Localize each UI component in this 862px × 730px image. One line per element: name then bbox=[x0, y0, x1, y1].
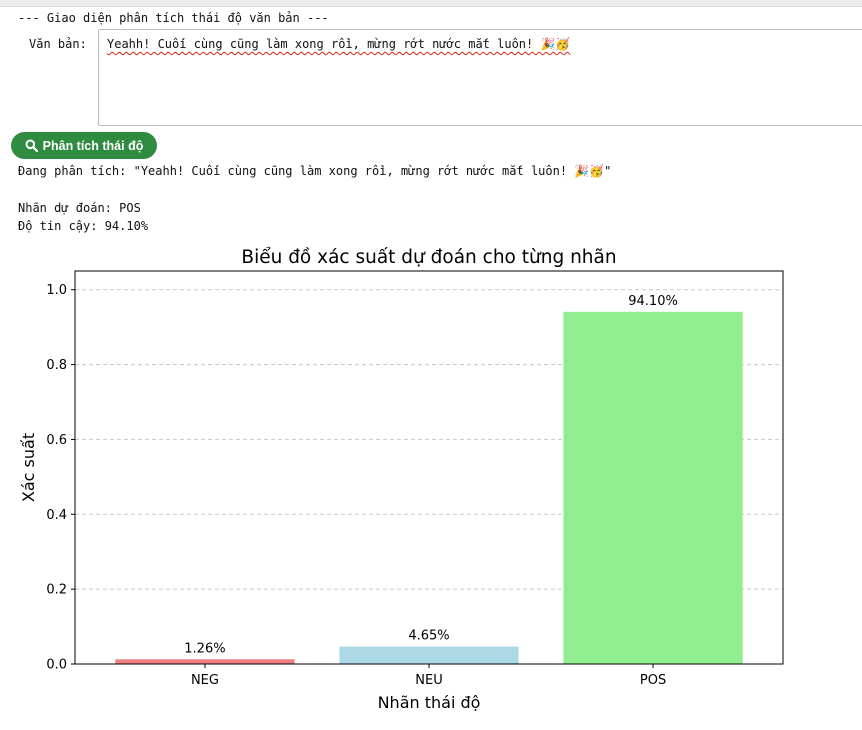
bar-neu bbox=[339, 646, 519, 664]
prediction-text: Nhãn dự đoán: POS bbox=[18, 201, 141, 215]
x-tick-label: NEU bbox=[415, 673, 442, 688]
data-label-neg: 1.26% bbox=[184, 641, 225, 656]
data-label-neu: 4.65% bbox=[408, 629, 449, 644]
y-axis-label: Xác suất bbox=[19, 433, 38, 502]
analyzing-text: Đang phân tích: "Yeahh! Cuối cùng cũng l… bbox=[18, 164, 612, 178]
search-icon bbox=[25, 139, 38, 152]
chart-title: Biểu đồ xác suất dự đoán cho từng nhãn bbox=[241, 247, 616, 268]
form-header: --- Giao diện phân tích thái độ văn bản … bbox=[18, 11, 329, 25]
bar-pos bbox=[563, 311, 743, 664]
probability-chart: 0.0 0.2 0.4 0.6 0.8 1.0 1.26% NEG 4.65% NEU 94.10%… bbox=[19, 247, 784, 712]
y-tick-label: 0.6 bbox=[46, 433, 67, 448]
y-tick-label: 0.2 bbox=[46, 583, 67, 598]
bar-neg bbox=[115, 659, 295, 664]
confidence-text: Độ tin cậy: 94.10% bbox=[18, 219, 149, 233]
text-input-value: Yeahh! Cuối cùng cũng làm xong rồi, mừng… bbox=[107, 37, 571, 51]
x-tick-label: POS bbox=[640, 673, 666, 688]
y-tick-label: 0.4 bbox=[46, 508, 67, 523]
x-tick-label: NEG bbox=[191, 673, 219, 688]
x-axis-label: Nhãn thái độ bbox=[378, 693, 481, 712]
top-bar bbox=[0, 0, 862, 7]
y-tick-label: 1.0 bbox=[46, 283, 67, 298]
analyze-button-label: Phân tích thái độ bbox=[42, 138, 144, 153]
text-input[interactable]: Yeahh! Cuối cùng cũng làm xong rồi, mừng… bbox=[98, 29, 862, 126]
y-tick-label: 0.0 bbox=[46, 658, 67, 673]
y-tick-label: 0.8 bbox=[46, 358, 67, 373]
text-label: Văn bản: bbox=[29, 37, 87, 51]
analyze-button[interactable]: Phân tích thái độ bbox=[11, 132, 157, 159]
data-label-pos: 94.10% bbox=[628, 294, 678, 309]
